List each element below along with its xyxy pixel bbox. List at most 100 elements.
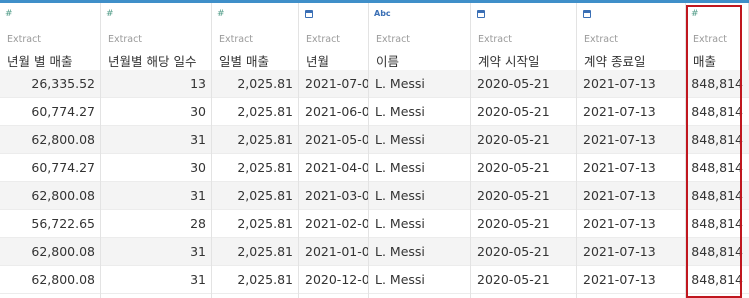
number-type-icon[interactable]: #	[217, 9, 225, 19]
table-cell[interactable]: 848,814	[686, 210, 749, 238]
table-cell[interactable]: 2,025.81	[212, 154, 299, 182]
table-cell[interactable]: 2021-02-01	[299, 210, 369, 238]
table-cell[interactable]: 2021-07-13	[577, 210, 686, 238]
column-header-2[interactable]: # Extract 년월별 해당 일수	[101, 3, 212, 70]
column-header-1[interactable]: # Extract 년월 별 매출	[0, 3, 101, 70]
column-header-3[interactable]: # Extract 일별 매출	[212, 3, 299, 70]
column-name[interactable]: 년월별 해당 일수	[108, 51, 196, 70]
table-cell[interactable]: 2020-05-21	[471, 210, 577, 238]
calendar-icon[interactable]	[305, 10, 313, 18]
table-cell[interactable]: 31	[101, 266, 212, 294]
table-cell[interactable]: L. Messi	[369, 210, 471, 238]
table-cell[interactable]: 2021-07-13	[577, 70, 686, 98]
table-cell[interactable]: 2,025.81	[212, 182, 299, 210]
number-type-icon[interactable]: #	[691, 9, 699, 19]
table-cell[interactable]: 2021-07-13	[577, 98, 686, 126]
table-cell[interactable]: 848,814	[686, 182, 749, 210]
table-cell[interactable]: 2021-06-01	[299, 98, 369, 126]
table-cell[interactable]: 2,025.81	[212, 266, 299, 294]
column-header-6[interactable]: Extract 계약 시작일	[471, 3, 577, 70]
table-cell[interactable]: 26,335.52	[0, 70, 101, 98]
table-cell[interactable]: L. Messi	[369, 266, 471, 294]
table-cell[interactable]: 2020-05-21	[471, 266, 577, 294]
table-cell[interactable]: 60,774.27	[0, 154, 101, 182]
table-cell[interactable]: 848,814	[686, 154, 749, 182]
table-cell[interactable]: L. Messi	[369, 126, 471, 154]
table-cell[interactable]: 2021-07-13	[577, 154, 686, 182]
table-cell[interactable]: 2021-05-01	[299, 126, 369, 154]
column-name[interactable]: 계약 종료일	[584, 51, 645, 70]
table-cell[interactable]: 2021-04-01	[299, 154, 369, 182]
table-cell[interactable]: 2020-05-21	[471, 98, 577, 126]
table-row[interactable]: 56,722.65282,025.812021-02-01L. Messi202…	[0, 210, 749, 238]
column-source-label: Extract	[306, 34, 341, 45]
table-cell[interactable]: 2020-05-21	[471, 182, 577, 210]
table-cell[interactable]: 2020-05-21	[471, 154, 577, 182]
table-cell[interactable]: 848,814	[686, 70, 749, 98]
table-cell[interactable]: 2021-07-13	[577, 182, 686, 210]
table-cell[interactable]: 62,800.08	[0, 126, 101, 154]
table-cell[interactable]: 2,025.81	[212, 238, 299, 266]
column-header-row: # Extract 년월 별 매출 # Extract 년월별 해당 일수 # Extract…	[0, 3, 749, 70]
calendar-icon[interactable]	[477, 10, 485, 18]
table-row[interactable]: 62,800.08312,025.812021-03-01L. Messi202…	[0, 182, 749, 210]
table-cell[interactable]: 2021-07-01	[299, 70, 369, 98]
table-cell[interactable]: 2021-03-01	[299, 182, 369, 210]
table-cell[interactable]: 2020-05-21	[471, 126, 577, 154]
table-cell[interactable]: 2020-12-01	[299, 266, 369, 294]
string-type-icon[interactable]: Abc	[374, 9, 391, 19]
table-row[interactable]: 60,774.27302,025.812021-06-01L. Messi202…	[0, 98, 749, 126]
table-row[interactable]: 60,774.27302,025.812021-04-01L. Messi202…	[0, 154, 749, 182]
table-cell[interactable]: 31	[101, 126, 212, 154]
table-cell[interactable]: 2,025.81	[212, 98, 299, 126]
number-type-icon[interactable]: #	[106, 9, 114, 19]
table-cell[interactable]: 30	[101, 98, 212, 126]
table-cell[interactable]: 30	[101, 154, 212, 182]
table-cell[interactable]: L. Messi	[369, 238, 471, 266]
column-name[interactable]: 이름	[376, 51, 399, 70]
table-cell[interactable]: 848,814	[686, 98, 749, 126]
table-cell[interactable]: 31	[101, 238, 212, 266]
data-rows: 26,335.52132,025.812021-07-01L. Messi202…	[0, 70, 749, 294]
table-cell[interactable]: 62,800.08	[0, 182, 101, 210]
table-cell[interactable]: 2021-07-13	[577, 126, 686, 154]
table-cell[interactable]: 848,814	[686, 238, 749, 266]
table-cell[interactable]: L. Messi	[369, 70, 471, 98]
table-row[interactable]: 26,335.52132,025.812021-07-01L. Messi202…	[0, 70, 749, 98]
number-type-icon[interactable]: #	[5, 9, 13, 19]
column-header-4[interactable]: Extract 년월	[299, 3, 369, 70]
table-cell[interactable]: 2,025.81	[212, 126, 299, 154]
table-row[interactable]: 62,800.08312,025.812021-05-01L. Messi202…	[0, 126, 749, 154]
table-cell[interactable]: 848,814	[686, 266, 749, 294]
table-cell[interactable]: 2021-01-01	[299, 238, 369, 266]
table-cell[interactable]: 60,774.27	[0, 98, 101, 126]
table-cell[interactable]: L. Messi	[369, 98, 471, 126]
table-cell[interactable]: 62,800.08	[0, 266, 101, 294]
table-cell[interactable]: 56,722.65	[0, 210, 101, 238]
table-cell[interactable]: 2,025.81	[212, 70, 299, 98]
column-source-label: Extract	[693, 34, 728, 45]
table-cell[interactable]: 2021-07-13	[577, 238, 686, 266]
table-cell[interactable]: 13	[101, 70, 212, 98]
table-cell[interactable]: 2020-05-21	[471, 238, 577, 266]
column-header-7[interactable]: Extract 계약 종료일	[577, 3, 686, 70]
table-cell[interactable]: 62,800.08	[0, 238, 101, 266]
column-name[interactable]: 년월	[306, 51, 329, 70]
column-header-5[interactable]: Abc Extract 이름	[369, 3, 471, 70]
table-cell[interactable]: 2021-07-13	[577, 266, 686, 294]
column-name[interactable]: 년월 별 매출	[7, 51, 72, 70]
column-name[interactable]: 매출	[693, 51, 716, 70]
table-row[interactable]: 62,800.08312,025.812020-12-01L. Messi202…	[0, 266, 749, 294]
table-cell[interactable]: 31	[101, 182, 212, 210]
table-cell[interactable]: 28	[101, 210, 212, 238]
column-name[interactable]: 일별 매출	[219, 51, 269, 70]
table-cell[interactable]: L. Messi	[369, 154, 471, 182]
table-row[interactable]: 62,800.08312,025.812021-01-01L. Messi202…	[0, 238, 749, 266]
table-cell[interactable]: L. Messi	[369, 182, 471, 210]
table-cell[interactable]: 2,025.81	[212, 210, 299, 238]
table-cell[interactable]: 2020-05-21	[471, 70, 577, 98]
column-name[interactable]: 계약 시작일	[478, 51, 539, 70]
table-cell[interactable]: 848,814	[686, 126, 749, 154]
column-header-8[interactable]: # Extract 매출	[686, 3, 749, 70]
calendar-icon[interactable]	[583, 10, 591, 18]
